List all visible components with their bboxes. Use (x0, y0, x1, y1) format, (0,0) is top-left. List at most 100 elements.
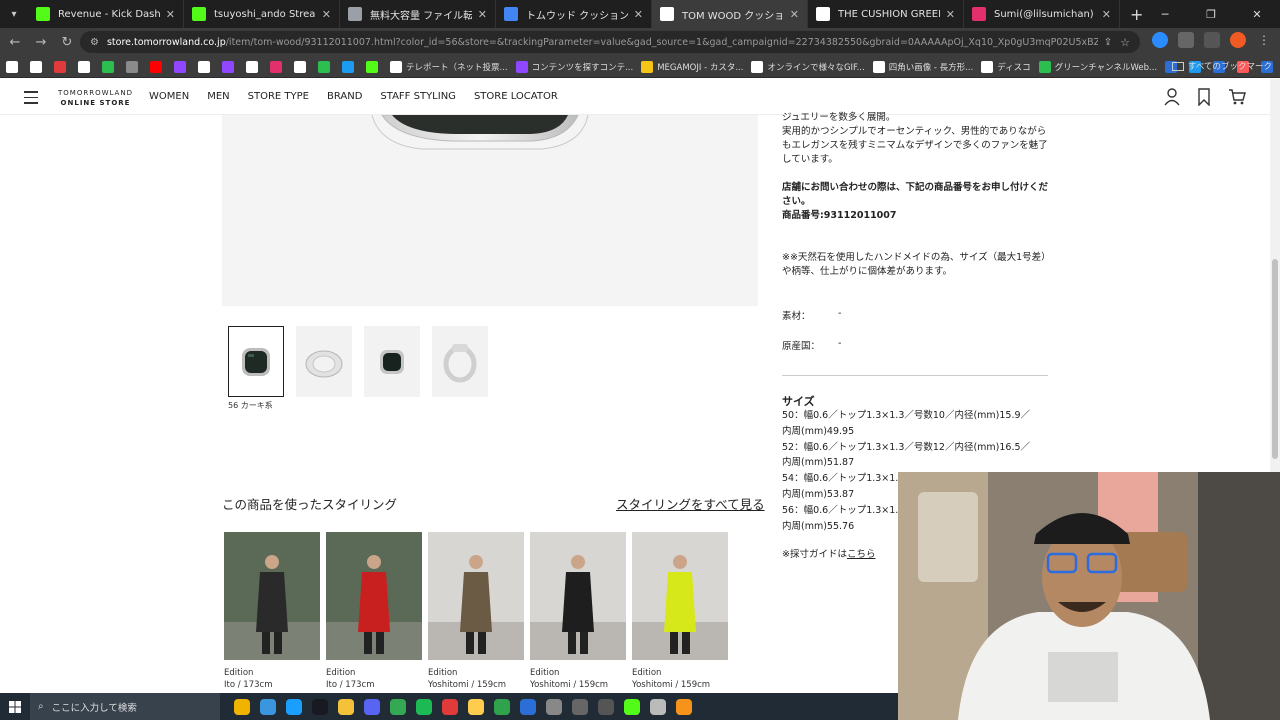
thumbnail-1[interactable] (228, 326, 284, 397)
close-window-icon[interactable]: ✕ (1234, 0, 1280, 28)
styling-card[interactable]: Edition Ito / 173cm (326, 532, 422, 690)
browser-tab[interactable]: TOM WOOD クッション グリーンマ ✕ (652, 0, 808, 28)
bookmark-item[interactable] (102, 60, 118, 73)
install-icon[interactable]: ⇪ (1104, 37, 1112, 48)
bookmark-item[interactable] (198, 60, 214, 73)
bookmark-item[interactable] (150, 60, 166, 73)
taskbar-app-icon[interactable] (494, 698, 510, 715)
taskbar-search[interactable]: ⌕ ここに入力して検索 (30, 693, 220, 720)
taskbar-app-icon[interactable] (338, 698, 354, 715)
nav-link[interactable]: BRAND (327, 91, 362, 102)
bookmark-star-icon[interactable]: ☆ (1120, 36, 1130, 49)
thumbnail-2[interactable] (296, 326, 352, 397)
profile-avatar[interactable] (1230, 32, 1246, 48)
page-scrollbar[interactable] (1270, 79, 1280, 473)
taskbar-app-icon[interactable] (234, 698, 250, 715)
close-tab-icon[interactable]: ✕ (322, 8, 331, 21)
styling-photo[interactable] (224, 532, 320, 660)
bookmark-item[interactable]: オンラインで様々なGIF... (751, 60, 865, 73)
bookmark-item[interactable] (6, 60, 22, 73)
puzzle-icon[interactable] (1178, 32, 1194, 48)
close-tab-icon[interactable]: ✕ (166, 8, 175, 21)
taskbar-app-icon[interactable] (650, 698, 666, 715)
hamburger-menu-icon[interactable] (24, 91, 38, 108)
bookmark-item[interactable] (270, 60, 286, 73)
styling-card[interactable]: Edition Yoshitomi / 159cm (530, 532, 626, 690)
browser-tab[interactable]: tsuyoshi_ando Stream - Watch ✕ (184, 0, 340, 28)
bookmark-item[interactable] (294, 60, 310, 73)
styling-photo[interactable] (326, 532, 422, 660)
close-tab-icon[interactable]: ✕ (1102, 8, 1111, 21)
bookmark-item[interactable]: テレポート（ネット投票... (390, 60, 508, 73)
browser-tab[interactable]: トムウッド クッションリング マーブル ✕ (496, 0, 652, 28)
taskbar-app-icon[interactable] (390, 698, 406, 715)
taskbar-app-icon[interactable] (286, 698, 302, 715)
taskbar-app-icon[interactable] (624, 698, 640, 715)
bookmark-item[interactable]: コンテンツを探すコンテ... (515, 60, 633, 73)
bookmark-item[interactable]: MEGAMOJI - カスタ... (641, 60, 743, 73)
thumbnail-3[interactable] (364, 326, 420, 397)
bookmark-item[interactable]: ディスコ (981, 60, 1031, 73)
browser-tab[interactable]: Revenue - Kick Dashboard ✕ (28, 0, 184, 28)
forward-icon[interactable]: → (28, 35, 54, 50)
nav-link[interactable]: STORE LOCATOR (474, 91, 558, 102)
close-tab-icon[interactable]: ✕ (790, 8, 799, 21)
bookmark-item[interactable] (78, 60, 94, 73)
taskbar-app-icon[interactable] (598, 698, 614, 715)
bookmark-item[interactable] (246, 60, 262, 73)
bookmark-item[interactable] (318, 60, 334, 73)
product-main-image[interactable] (222, 115, 758, 306)
reload-icon[interactable]: ↻ (54, 35, 80, 50)
url-bar[interactable]: ⚙ store.tomorrowland.co.jp/item/tom-wood… (80, 31, 1140, 53)
nav-link[interactable]: WOMEN (149, 91, 189, 102)
styling-card[interactable]: Edition Ito / 173cm (224, 532, 320, 690)
styling-photo[interactable] (632, 532, 728, 660)
styling-card[interactable]: Edition Yoshitomi / 159cm (428, 532, 524, 690)
favorite-bookmark-icon[interactable] (1198, 88, 1210, 106)
minimize-icon[interactable]: ─ (1142, 0, 1188, 28)
bookmark-item[interactable]: グリーンチャンネルWeb... (1038, 60, 1157, 73)
bookmark-item[interactable] (126, 60, 142, 73)
site-info-icon[interactable]: ⚙ (90, 37, 99, 48)
close-tab-icon[interactable]: ✕ (946, 8, 955, 21)
menu-kebab-icon[interactable]: ⋮ (1256, 32, 1272, 48)
tab-search-icon[interactable]: ▾ (0, 0, 28, 28)
bookmark-item[interactable] (54, 60, 70, 73)
bookmark-item[interactable] (222, 60, 238, 73)
taskbar-app-icon[interactable] (312, 698, 328, 715)
windows-start-icon[interactable] (0, 700, 30, 713)
account-icon[interactable] (1164, 88, 1180, 106)
taskbar-app-icon[interactable] (676, 698, 692, 715)
taskbar-app-icon[interactable] (520, 698, 536, 715)
taskbar-app-icon[interactable] (442, 698, 458, 715)
cart-icon[interactable] (1228, 88, 1246, 106)
media-icon[interactable] (1204, 32, 1220, 48)
browser-tab[interactable]: 無料大容量 ファイル転送サービス ✕ (340, 0, 496, 28)
back-icon[interactable]: ← (2, 35, 28, 50)
scrollbar-thumb[interactable] (1272, 259, 1278, 459)
taskbar-app-icon[interactable] (468, 698, 484, 715)
browser-tab[interactable]: Sumi(@lilsumichan) • Instagram ✕ (964, 0, 1120, 28)
nav-link[interactable]: STAFF STYLING (380, 91, 456, 102)
bookmark-item[interactable] (30, 60, 46, 73)
taskbar-app-icon[interactable] (572, 698, 588, 715)
taskbar-app-icon[interactable] (364, 698, 380, 715)
taskbar-app-icon[interactable] (546, 698, 562, 715)
styling-card[interactable]: Edition Yoshitomi / 159cm (632, 532, 728, 690)
taskbar-app-icon[interactable] (260, 698, 276, 715)
extension-icon[interactable] (1152, 32, 1168, 48)
browser-tab[interactable]: THE CUSHION GREEN MARBLE ✕ (808, 0, 964, 28)
styling-photo[interactable] (428, 532, 524, 660)
thumbnail-4[interactable] (432, 326, 488, 397)
bookmark-item[interactable] (366, 60, 382, 73)
restore-icon[interactable]: ❐ (1188, 0, 1234, 28)
all-bookmarks[interactable]: すべてのブックマーク (1171, 60, 1272, 72)
close-tab-icon[interactable]: ✕ (478, 8, 487, 21)
bookmark-item[interactable] (342, 60, 358, 73)
site-logo[interactable]: TOMORROWLAND ONLINE STORE (58, 88, 133, 108)
styling-photo[interactable] (530, 532, 626, 660)
size-guide-link[interactable]: こちら (847, 549, 876, 560)
see-all-styling-link[interactable]: スタイリングをすべて見る (616, 494, 765, 513)
bookmark-item[interactable] (174, 60, 190, 73)
nav-link[interactable]: STORE TYPE (248, 91, 309, 102)
